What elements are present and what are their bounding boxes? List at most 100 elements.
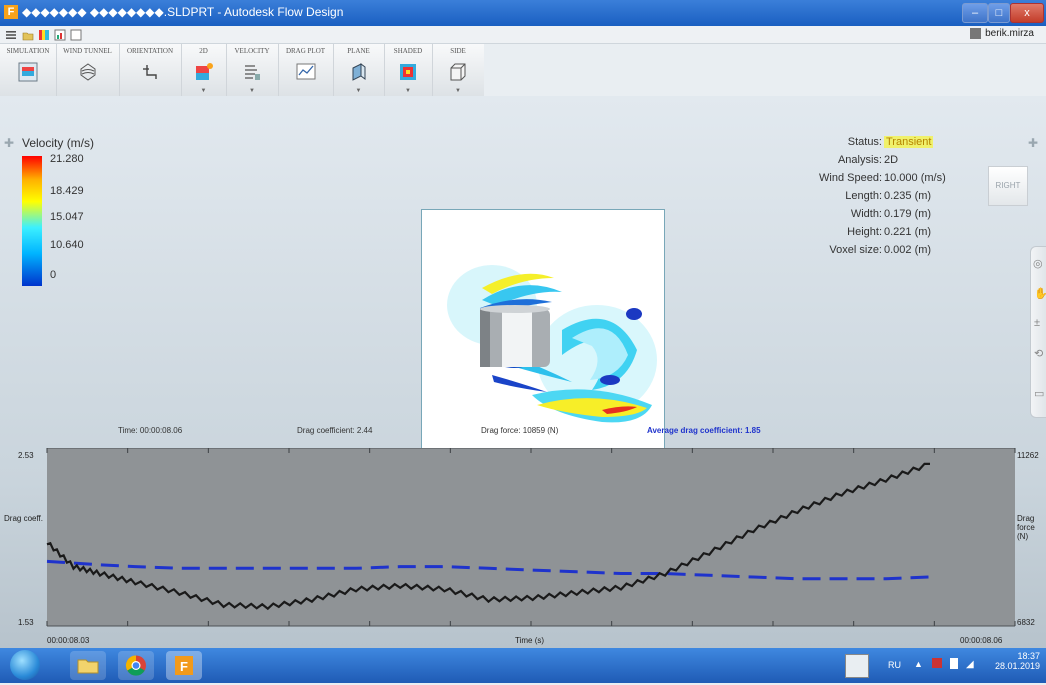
dropdown-arrow-icon[interactable]: ▼ [249, 88, 255, 94]
drag-plot [46, 448, 1016, 627]
close-button[interactable]: x [1010, 3, 1044, 23]
volume-icon[interactable]: ◢ [966, 659, 974, 670]
status-key: Width: [850, 208, 882, 220]
language-indicator[interactable]: RU [888, 660, 901, 670]
status-value: 10.000 (m/s) [884, 172, 946, 184]
x-start-label: 00:00:08.03 [47, 636, 90, 645]
status-value: 0.221 (m) [884, 226, 932, 238]
clock-time: 18:37 [1017, 651, 1040, 661]
velocity-field [422, 210, 664, 488]
ribbon-orientation-button[interactable]: ORIENTATION [119, 44, 182, 96]
dropdown-arrow-icon[interactable]: ▼ [356, 88, 362, 94]
expand-legend-icon[interactable]: ✚ [4, 136, 14, 150]
x-end-label: 00:00:08.06 [960, 636, 1003, 645]
y-left-axis-label: Drag coeff. [4, 514, 43, 523]
status-key: Status: [847, 136, 882, 148]
show-hidden-icons-icon[interactable]: ▲ [914, 659, 923, 669]
user-name: berik.mirza [985, 28, 1034, 40]
user-avatar [970, 28, 982, 39]
look-icon[interactable]: ▭ [1034, 387, 1044, 400]
legend-title: Velocity (m/s) [22, 136, 95, 150]
results-icon[interactable] [54, 28, 66, 41]
network-icon[interactable] [932, 658, 942, 668]
status-value: 0.002 (m) [884, 244, 932, 256]
status-key: Height: [847, 226, 882, 238]
flow-design-icon[interactable]: F [166, 651, 202, 680]
viewport[interactable]: RIGHT ✚ Velocity (m/s) 21.280 18.429 15.… [0, 96, 1046, 648]
color-icon[interactable] [38, 28, 50, 40]
status-value: 0.179 (m) [884, 208, 932, 220]
battery-icon[interactable] [950, 658, 958, 669]
status-key: Analysis: [837, 154, 882, 166]
maximize-button[interactable]: □ [988, 3, 1010, 23]
orbit-icon[interactable]: ⟲ [1034, 347, 1043, 360]
status-key: Length: [845, 190, 882, 202]
status-key: Voxel size: [829, 244, 882, 256]
legend-tick: 15.047 [50, 211, 84, 223]
status-value: 0.235 (m) [884, 190, 932, 202]
ribbon-side-button[interactable]: SIDE ▼ [432, 44, 484, 96]
status-row: Width: 0.179 (m) [764, 208, 994, 226]
y-left-max-label: 2.53 [18, 451, 34, 460]
drag-coefficient-readout: Drag coefficient: 2.44 [297, 426, 373, 435]
ribbon-label: SIDE [450, 47, 466, 55]
svg-text:F: F [180, 659, 188, 674]
status-row: Height: 0.221 (m) [764, 226, 994, 244]
status-key: Wind Speed: [819, 172, 882, 184]
pan-icon[interactable]: ✋ [1034, 287, 1046, 300]
ribbon-label: VELOCITY [234, 47, 270, 55]
drag-chart[interactable]: 2.53 1.53 Drag coeff. 11262 6832 Drag fo… [0, 448, 1046, 648]
window-title: ◆◆◆◆◆◆◆ ◆◆◆◆◆◆◆◆.SLDPRT - Autodesk Flow … [22, 5, 344, 19]
status-value: 2D [884, 154, 899, 166]
notepad-tray-icon[interactable] [845, 654, 869, 678]
legend-tick: 0 [50, 269, 57, 281]
ribbon-velocity-button[interactable]: VELOCITY ▼ [226, 44, 279, 96]
ribbon-plane-button[interactable]: PLANE ▼ [333, 44, 385, 96]
ribbon-label: 2D [199, 47, 208, 55]
dropdown-arrow-icon[interactable]: ▼ [405, 88, 411, 94]
ribbon-wind-tunnel-button[interactable]: WIND TUNNEL [56, 44, 120, 96]
file-explorer-icon[interactable] [70, 651, 106, 680]
chrome-icon[interactable] [118, 651, 154, 680]
status-panel: Status: Transient Analysis: 2D Wind Speed:… [764, 136, 994, 262]
status-value: Transient [884, 136, 934, 148]
steering-wheel-icon[interactable]: ◎ [1033, 257, 1043, 270]
legend-tick: 10.640 [50, 239, 84, 251]
dropdown-arrow-icon[interactable]: ▼ [201, 88, 207, 94]
dropdown-arrow-icon[interactable]: ▼ [455, 88, 461, 94]
drag-force-readout: Drag force: 10859 (N) [481, 426, 559, 435]
ribbon-toolbar: SIMULATION WIND TUNNEL ORIENTATION 2D ▼ … [0, 44, 484, 97]
simulation-icon [18, 62, 38, 82]
user-account[interactable]: berik.mirza [970, 28, 1034, 39]
status-row: Length: 0.235 (m) [764, 190, 994, 208]
clock-date: 28.01.2019 [994, 661, 1040, 671]
ribbon-label: ORIENTATION [126, 47, 174, 55]
menu-icon[interactable] [5, 28, 17, 40]
minimize-button[interactable]: – [962, 3, 988, 23]
y-right-min-label: 6832 [1017, 618, 1035, 627]
view-cube[interactable]: RIGHT [988, 166, 1028, 206]
ribbon-label: WIND TUNNEL [63, 47, 112, 55]
status-row: Status: Transient [764, 136, 994, 154]
open-icon[interactable] [22, 28, 34, 41]
2d-icon [194, 62, 214, 82]
ribbon-label: PLANE [347, 47, 370, 55]
y-right-max-label: 11262 [1017, 451, 1039, 460]
clock[interactable]: 18:37 28.01.2019 [995, 651, 1040, 671]
ribbon-2d-button[interactable]: 2D ▼ [181, 44, 227, 96]
taskbar: F RU ▲ ◢ 18:37 28.01.2019 [0, 648, 1046, 683]
start-orb-icon[interactable] [10, 650, 40, 680]
window-icon[interactable] [70, 28, 82, 41]
app-icon: F [4, 5, 18, 19]
ribbon-shaded-button[interactable]: SHADED ▼ [384, 44, 433, 96]
wind-tunnel-icon [78, 62, 98, 82]
ribbon-label: SHADED [393, 47, 423, 55]
quick-access-bar: berik.mirza [0, 26, 1046, 44]
wind-tunnel-simulation[interactable] [421, 209, 665, 489]
zoom-icon[interactable]: ± [1034, 317, 1040, 329]
status-row: Voxel size: 0.002 (m) [764, 244, 994, 262]
ribbon-simulation-button[interactable]: SIMULATION [0, 44, 57, 96]
expand-status-icon[interactable]: ✚ [1028, 136, 1038, 150]
navigation-bar: ◎ ✋ ± ⟲ ▭ [1030, 246, 1046, 418]
ribbon-drag-plot-button[interactable]: DRAG PLOT [278, 44, 334, 96]
